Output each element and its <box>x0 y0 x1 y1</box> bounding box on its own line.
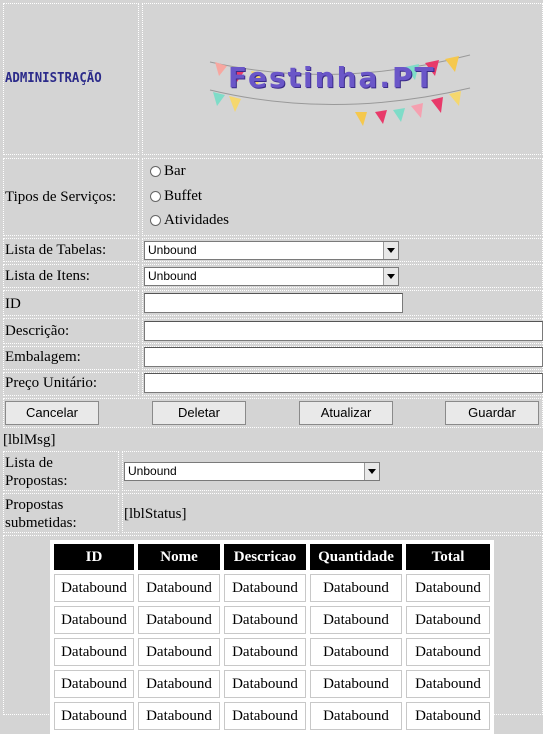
cancel-button[interactable]: Cancelar <box>5 401 99 425</box>
message-label: [lblMsg] <box>3 432 56 448</box>
grid-cell-id: Databound <box>54 606 134 634</box>
grid-cell-descricao: Databound <box>224 638 306 666</box>
grid-header-id[interactable]: ID <box>54 544 134 570</box>
table-row: Databound Databound Databound Databound … <box>54 606 490 634</box>
id-label: ID <box>5 296 21 312</box>
table-row: Databound Databound Databound Databound … <box>54 638 490 666</box>
tables-chevron-down-icon[interactable] <box>383 242 398 259</box>
id-label-cell <box>3 290 139 316</box>
grid-cell-total: Databound <box>406 638 490 666</box>
grid-cell-nome: Databound <box>138 574 220 602</box>
radio-atividades-label: Atividades <box>164 212 229 228</box>
grid-cell-quantidade: Databound <box>310 638 402 666</box>
grid-cell-quantidade: Databound <box>310 702 402 730</box>
grid-cell-descricao: Databound <box>224 606 306 634</box>
grid-cell-id: Databound <box>54 702 134 730</box>
grid-header-row: ID Nome Descricao Quantidade Total <box>54 544 490 570</box>
tables-select-value: Unbound <box>148 243 197 257</box>
radio-atividades-circle[interactable] <box>150 215 161 226</box>
grid-cell-total: Databound <box>406 606 490 634</box>
grid-cell-descricao: Databound <box>224 670 306 698</box>
radio-atividades[interactable]: Atividades <box>150 212 229 229</box>
radio-buffet-circle[interactable] <box>150 191 161 202</box>
grid-cell-nome: Databound <box>138 606 220 634</box>
grid-cell-quantidade: Databound <box>310 606 402 634</box>
items-label: Lista de Itens: <box>5 268 90 284</box>
radio-buffet[interactable]: Buffet <box>150 188 202 205</box>
proposals-label-line1: Lista de <box>5 455 53 471</box>
proposals-select-value: Unbound <box>128 464 177 478</box>
table-row: Databound Databound Databound Databound … <box>54 670 490 698</box>
table-row: Databound Databound Databound Databound … <box>54 574 490 602</box>
grid-cell-id: Databound <box>54 574 134 602</box>
items-chevron-down-icon[interactable] <box>383 268 398 285</box>
grid-cell-id: Databound <box>54 670 134 698</box>
delete-button[interactable]: Deletar <box>152 401 246 425</box>
logo-text: Festinha.PT <box>228 61 436 94</box>
packaging-label: Embalagem: <box>5 349 81 365</box>
grid-cell-nome: Databound <box>138 638 220 666</box>
save-button[interactable]: Guardar <box>445 401 539 425</box>
update-button[interactable]: Atualizar <box>299 401 393 425</box>
proposals-label-line2: Propostas: <box>5 473 68 489</box>
admin-title: ADMINISTRAÇÃO <box>5 71 102 86</box>
radio-bar-label: Bar <box>164 163 186 179</box>
packaging-input[interactable] <box>144 347 543 367</box>
grid-cell-total: Databound <box>406 670 490 698</box>
grid-cell-id: Databound <box>54 638 134 666</box>
grid-header-total[interactable]: Total <box>406 544 490 570</box>
description-label: Descrição: <box>5 323 70 339</box>
proposals-select[interactable]: Unbound <box>124 462 380 481</box>
grid-cell-total: Databound <box>406 574 490 602</box>
table-row: Databound Databound Databound Databound … <box>54 702 490 730</box>
radio-bar-circle[interactable] <box>150 166 161 177</box>
grid-cell-nome: Databound <box>138 702 220 730</box>
unit-price-label: Preço Unitário: <box>5 375 98 391</box>
radio-buffet-label: Buffet <box>164 188 203 204</box>
submitted-label-line1: Propostas <box>5 497 64 513</box>
services-label: Tipos de Serviços: <box>5 189 117 205</box>
proposals-chevron-down-icon[interactable] <box>364 463 379 480</box>
items-select[interactable]: Unbound <box>144 267 399 286</box>
submitted-label-line2: submetidas: <box>5 515 77 531</box>
grid-cell-quantidade: Databound <box>310 574 402 602</box>
id-input[interactable] <box>144 293 403 313</box>
description-input[interactable] <box>144 321 543 341</box>
items-select-value: Unbound <box>148 269 197 283</box>
grid-cell-nome: Databound <box>138 670 220 698</box>
grid-header-descricao[interactable]: Descricao <box>224 544 306 570</box>
grid-cell-quantidade: Databound <box>310 670 402 698</box>
tables-select[interactable]: Unbound <box>144 241 399 260</box>
grid-header-nome[interactable]: Nome <box>138 544 220 570</box>
tables-label: Lista de Tabelas: <box>5 242 107 258</box>
proposals-grid: ID Nome Descricao Quantidade Total Datab… <box>50 540 494 734</box>
grid-cell-total: Databound <box>406 702 490 730</box>
grid-cell-descricao: Databound <box>224 574 306 602</box>
radio-bar[interactable]: Bar <box>150 163 186 180</box>
status-label: [lblStatus] <box>124 506 187 522</box>
grid-header-quantidade[interactable]: Quantidade <box>310 544 402 570</box>
grid-cell-descricao: Databound <box>224 702 306 730</box>
unit-price-input[interactable] <box>144 373 543 393</box>
